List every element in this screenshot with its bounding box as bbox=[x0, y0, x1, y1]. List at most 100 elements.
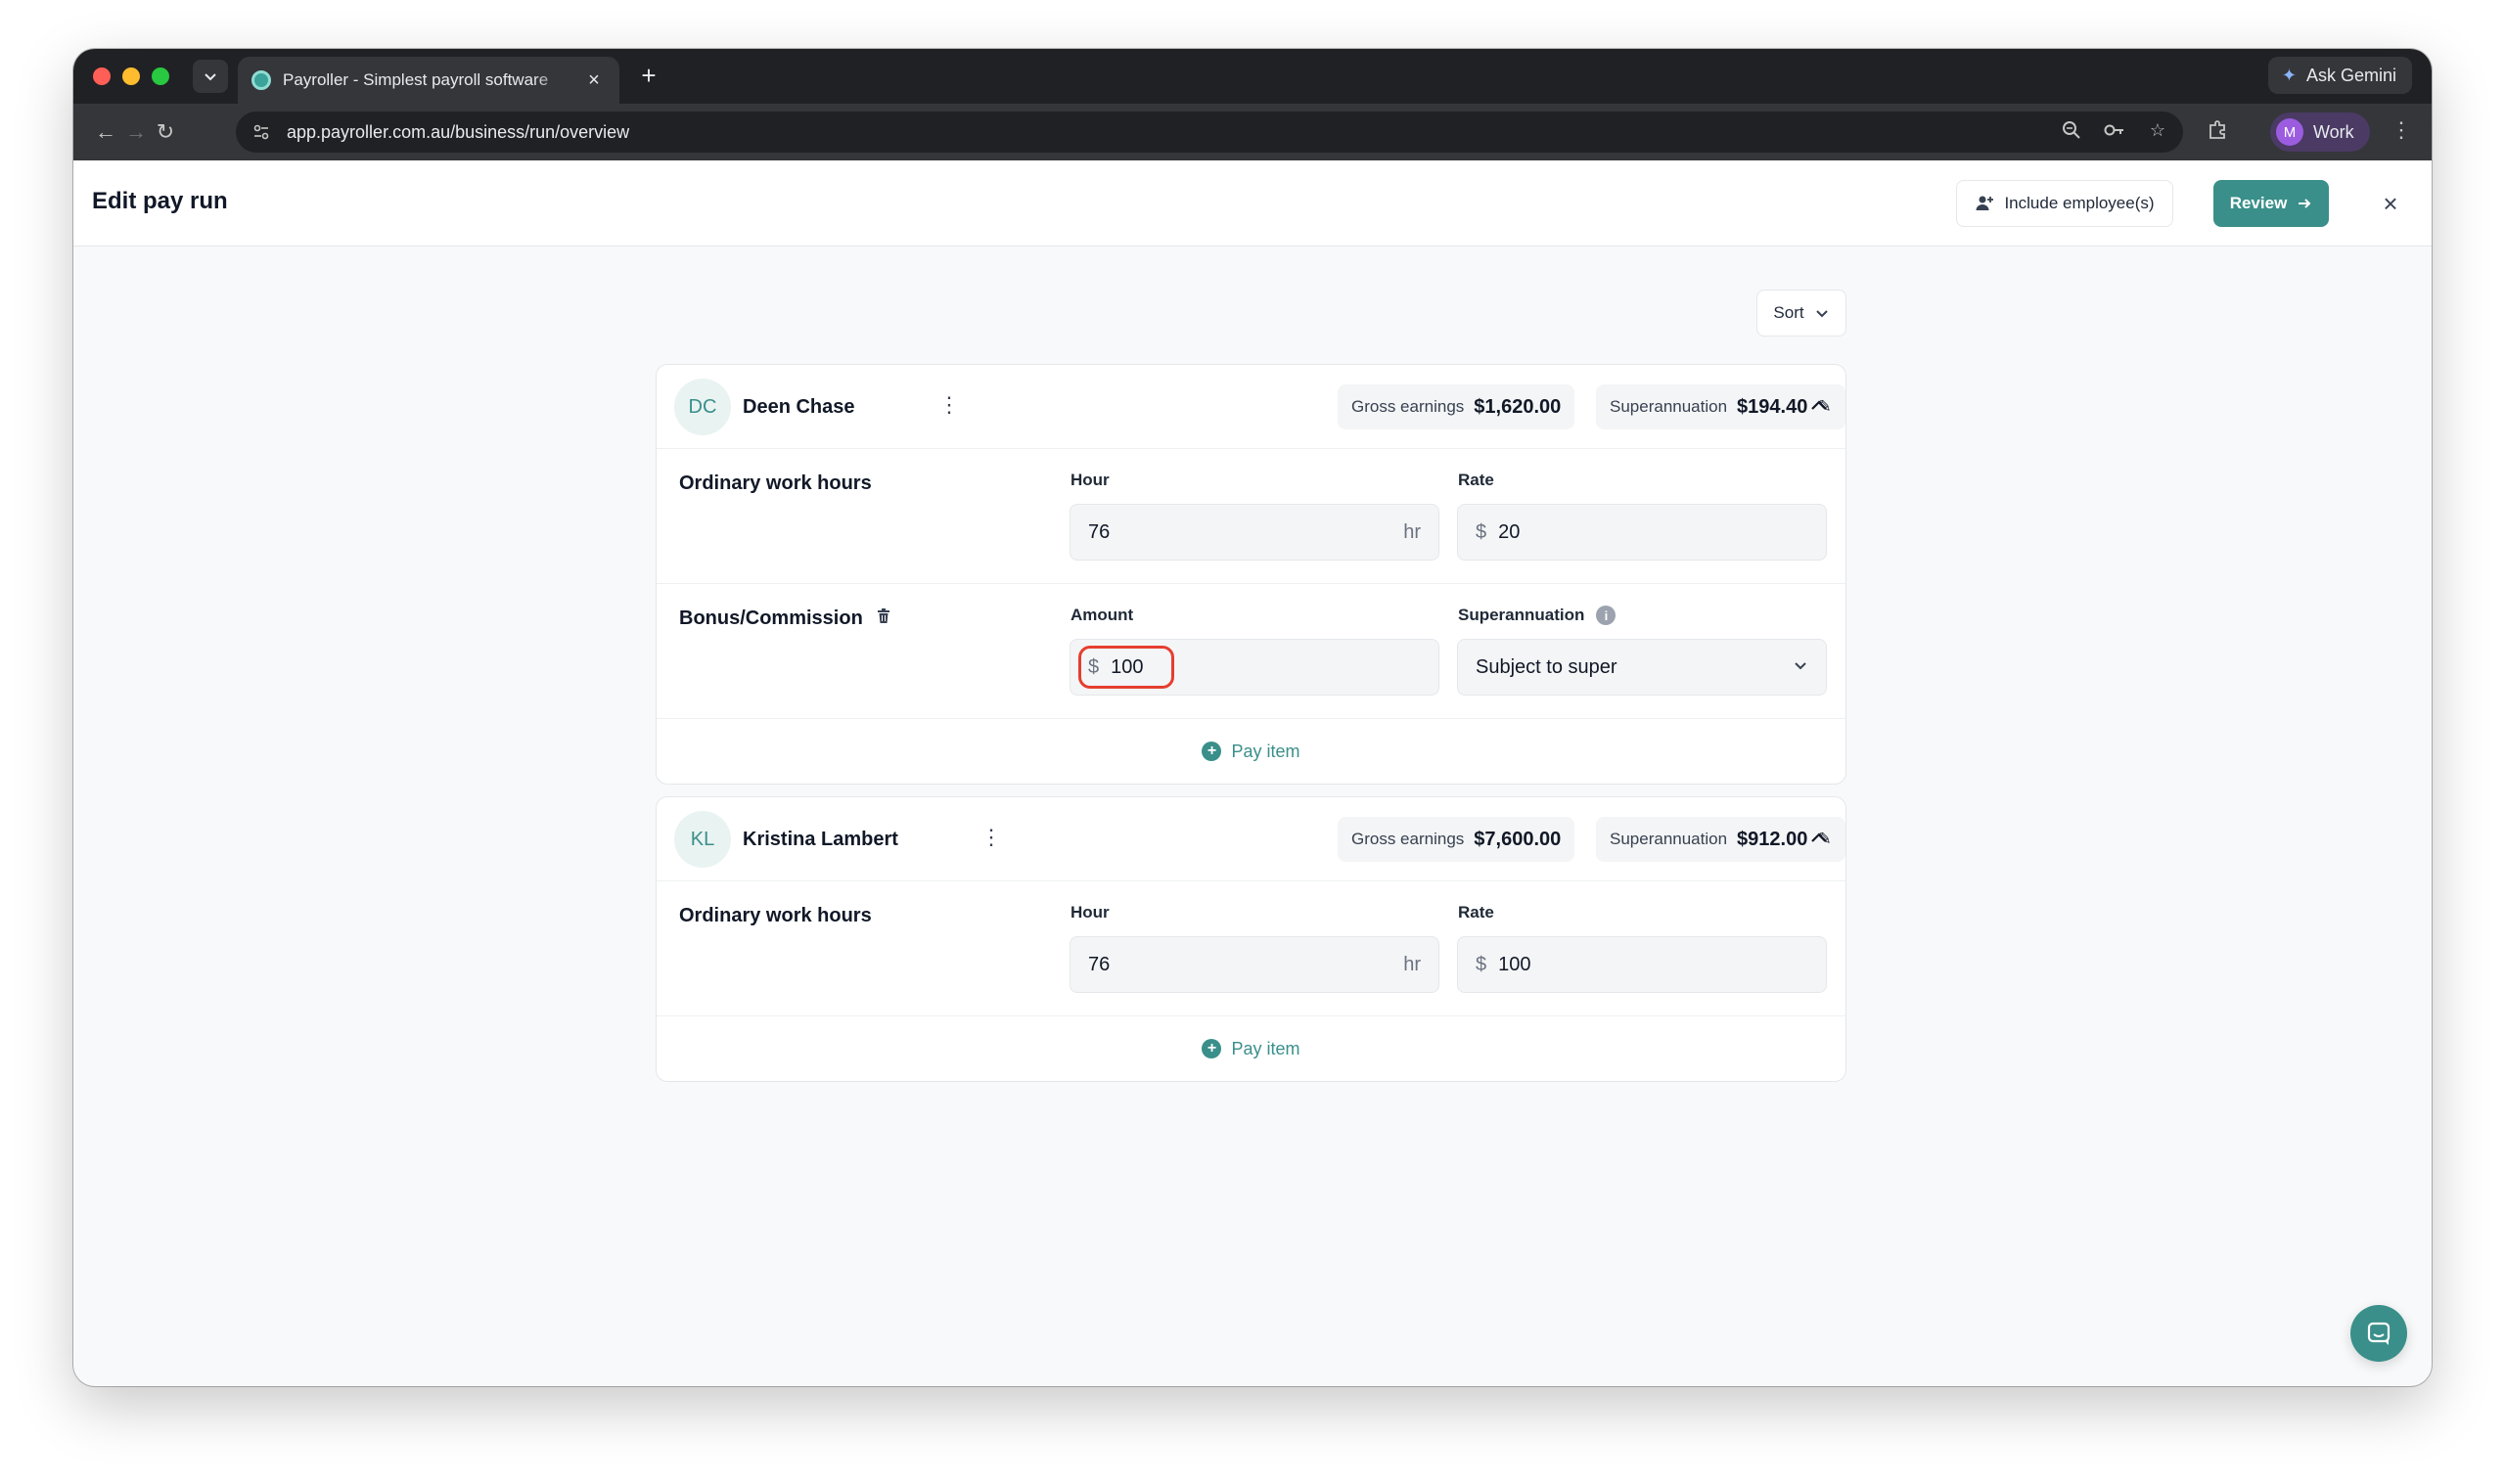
sort-label: Sort bbox=[1773, 303, 1804, 322]
employee-card-header[interactable]: DC Deen Chase ⋮ Gross earnings $1,620.00… bbox=[657, 365, 1845, 449]
chat-support-button[interactable] bbox=[2350, 1305, 2407, 1362]
gemini-sparkle-icon: ✦ bbox=[2281, 65, 2297, 85]
hour-label: Hour bbox=[1070, 903, 1110, 922]
close-window-button[interactable] bbox=[93, 67, 111, 85]
plus-circle-icon: + bbox=[1202, 1039, 1222, 1058]
avatar: DC bbox=[674, 379, 731, 435]
close-icon[interactable]: × bbox=[2377, 190, 2404, 217]
profile-label: Work bbox=[2313, 121, 2354, 142]
add-pay-item-label: Pay item bbox=[1231, 1038, 1300, 1058]
currency-prefix: $ bbox=[1476, 953, 1487, 975]
include-employees-button[interactable]: Include employee(s) bbox=[1956, 180, 2173, 227]
amount-input[interactable]: $ 100 bbox=[1070, 639, 1439, 696]
include-employees-label: Include employee(s) bbox=[2004, 194, 2155, 212]
pay-item-row: Ordinary work hours Hour 76 hr Rate $ 10… bbox=[657, 881, 1845, 1016]
app-header: Edit pay run Include employee(s) Review … bbox=[73, 160, 2432, 247]
sort-button[interactable]: Sort bbox=[1756, 290, 1846, 337]
chat-bubble-icon bbox=[2367, 1322, 2391, 1345]
hour-input[interactable]: 76 hr bbox=[1070, 504, 1439, 561]
superannuation-select[interactable]: Subject to super bbox=[1457, 639, 1827, 696]
back-arrow-icon[interactable]: ← bbox=[91, 117, 120, 147]
browser-toolbar: ← → ↻ app.payroller.com.au/business/run/… bbox=[73, 104, 2432, 160]
ask-gemini-label: Ask Gemini bbox=[2305, 65, 2396, 85]
plus-circle-icon: + bbox=[1202, 742, 1222, 761]
add-user-icon bbox=[1976, 196, 1994, 210]
bookmark-star-icon[interactable]: ☆ bbox=[2146, 120, 2169, 145]
highlight-annotation bbox=[1078, 646, 1174, 689]
browser-tab[interactable]: Payroller - Simplest payroll software × bbox=[238, 57, 619, 104]
address-bar[interactable]: app.payroller.com.au/business/run/overvi… bbox=[236, 112, 2183, 153]
superannuation-value: $194.40 bbox=[1737, 395, 1808, 418]
review-label: Review bbox=[2229, 194, 2288, 212]
new-tab-button[interactable]: + bbox=[634, 61, 663, 91]
rate-value: 20 bbox=[1498, 520, 1521, 543]
review-button[interactable]: Review bbox=[2213, 180, 2329, 227]
tab-close-icon[interactable]: × bbox=[582, 69, 606, 92]
chevron-down-icon bbox=[1815, 310, 1828, 318]
profile-button[interactable]: M Work bbox=[2270, 112, 2370, 152]
gross-earnings-chip: Gross earnings $1,620.00 bbox=[1338, 384, 1575, 429]
payroller-favicon-icon bbox=[251, 70, 271, 90]
hour-label: Hour bbox=[1070, 471, 1110, 489]
minimize-window-button[interactable] bbox=[122, 67, 140, 85]
profile-avatar: M bbox=[2276, 118, 2303, 146]
rate-label: Rate bbox=[1458, 471, 1494, 489]
hour-value: 76 bbox=[1088, 520, 1111, 543]
superannuation-field-label: Superannuation bbox=[1458, 606, 1585, 624]
reload-icon[interactable]: ↻ bbox=[151, 117, 180, 147]
site-settings-icon[interactable] bbox=[250, 120, 273, 144]
add-pay-item-button[interactable]: + Pay item bbox=[657, 1016, 1845, 1081]
gross-earnings-chip: Gross earnings $7,600.00 bbox=[1338, 817, 1575, 862]
pay-item-row: Bonus/Commission Amount $ 100 Superannua… bbox=[657, 584, 1845, 719]
superannuation-selected-option: Subject to super bbox=[1476, 655, 1617, 678]
password-key-icon[interactable] bbox=[2103, 120, 2126, 145]
employee-menu-icon[interactable]: ⋮ bbox=[980, 825, 1002, 850]
rate-input[interactable]: $ 20 bbox=[1457, 504, 1827, 561]
hour-value: 76 bbox=[1088, 953, 1111, 975]
extensions-puzzle-icon[interactable] bbox=[2207, 119, 2228, 147]
hour-input[interactable]: 76 hr bbox=[1070, 936, 1439, 993]
gross-earnings-value: $7,600.00 bbox=[1474, 828, 1562, 850]
zoom-icon[interactable] bbox=[2060, 120, 2083, 145]
pay-item-label: Ordinary work hours bbox=[679, 905, 872, 926]
employee-card: KL Kristina Lambert ⋮ Gross earnings $7,… bbox=[656, 796, 1846, 1082]
superannuation-value: $912.00 bbox=[1737, 828, 1808, 850]
url-text: app.payroller.com.au/business/run/overvi… bbox=[287, 121, 630, 142]
employee-name: Deen Chase bbox=[743, 396, 855, 418]
currency-prefix: $ bbox=[1476, 520, 1487, 543]
chevron-down-icon bbox=[205, 73, 216, 81]
page-title: Edit pay run bbox=[92, 188, 228, 214]
employee-name: Kristina Lambert bbox=[743, 829, 898, 850]
gross-earnings-label: Gross earnings bbox=[1351, 830, 1465, 848]
employee-menu-icon[interactable]: ⋮ bbox=[938, 392, 960, 418]
rate-input[interactable]: $ 100 bbox=[1457, 936, 1827, 993]
maximize-window-button[interactable] bbox=[152, 67, 169, 85]
hour-unit: hr bbox=[1403, 953, 1421, 975]
tab-title: Payroller - Simplest payroll software bbox=[283, 70, 549, 89]
hour-unit: hr bbox=[1403, 520, 1421, 543]
pay-item-label: Ordinary work hours bbox=[679, 472, 872, 494]
chevron-up-icon[interactable] bbox=[1806, 394, 1832, 420]
add-pay-item-label: Pay item bbox=[1231, 741, 1300, 761]
browser-menu-icon[interactable]: ⋮ bbox=[2391, 117, 2412, 143]
tab-strip: Payroller - Simplest payroll software × … bbox=[73, 49, 2432, 104]
employee-card: DC Deen Chase ⋮ Gross earnings $1,620.00… bbox=[656, 364, 1846, 785]
gross-earnings-value: $1,620.00 bbox=[1474, 395, 1562, 418]
pay-item-label: Bonus/Commission bbox=[679, 607, 863, 629]
superannuation-label: Superannuation bbox=[1610, 830, 1728, 848]
forward-arrow-icon[interactable]: → bbox=[121, 117, 151, 147]
rate-value: 100 bbox=[1498, 953, 1531, 975]
ask-gemini-button[interactable]: ✦ Ask Gemini bbox=[2267, 57, 2412, 94]
browser-window: Payroller - Simplest payroll software × … bbox=[73, 49, 2432, 1386]
superannuation-label: Superannuation bbox=[1610, 397, 1728, 416]
chevron-up-icon[interactable] bbox=[1806, 827, 1832, 852]
delete-trash-icon[interactable] bbox=[877, 608, 890, 629]
employee-card-header[interactable]: KL Kristina Lambert ⋮ Gross earnings $7,… bbox=[657, 797, 1845, 881]
rate-label: Rate bbox=[1458, 903, 1494, 922]
amount-label: Amount bbox=[1070, 606, 1134, 624]
pay-item-row: Ordinary work hours Hour 76 hr Rate $ 20 bbox=[657, 449, 1845, 584]
tab-search-button[interactable] bbox=[193, 60, 228, 93]
info-icon[interactable]: i bbox=[1596, 606, 1617, 625]
add-pay-item-button[interactable]: + Pay item bbox=[657, 719, 1845, 784]
gross-earnings-label: Gross earnings bbox=[1351, 397, 1465, 416]
